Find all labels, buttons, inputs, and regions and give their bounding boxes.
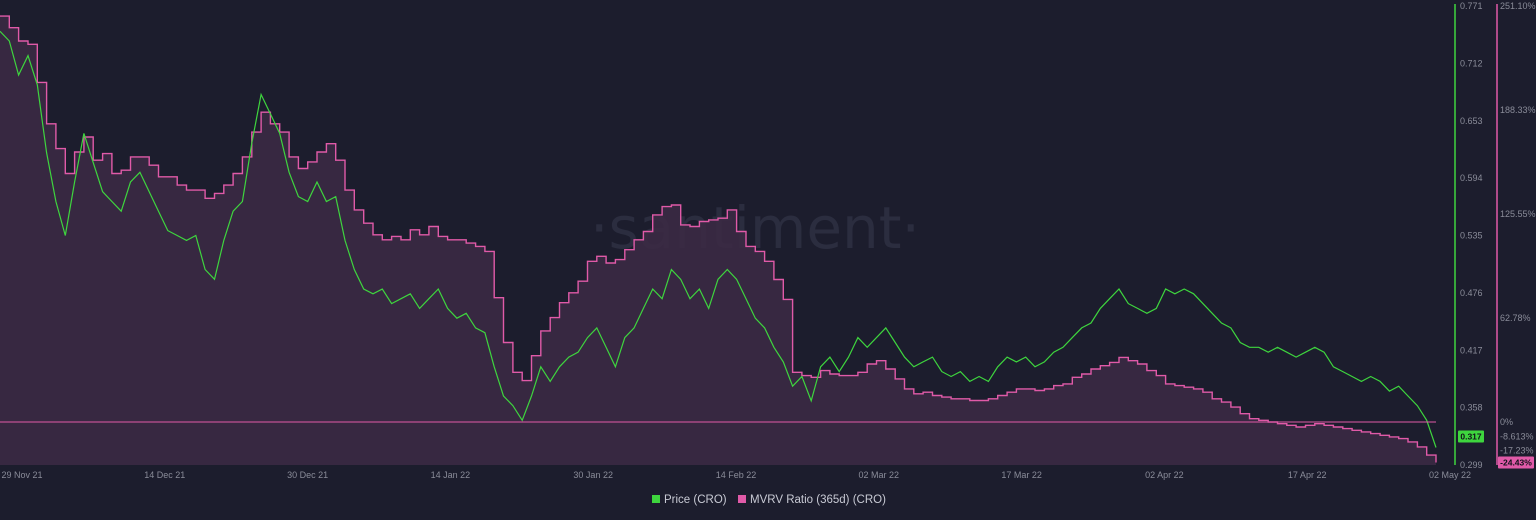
x-tick-label: 02 May 22 <box>1429 470 1471 480</box>
mvrv-tick-label: -17.23% <box>1500 446 1534 456</box>
legend-mvrv-label: MVRV Ratio (365d) (CRO) <box>750 494 886 506</box>
price-current-badge: 0.317 <box>1458 430 1484 443</box>
price-tick-label: 0.594 <box>1460 173 1483 183</box>
price-tick-label: 0.653 <box>1460 116 1483 126</box>
x-tick-label: 02 Mar 22 <box>859 470 900 480</box>
mvrv-tick-label: 251.10% <box>1500 1 1536 11</box>
legend-price-label: Price (CRO) <box>664 494 727 506</box>
price-tick-label: 0.299 <box>1460 460 1483 470</box>
mvrv-badge-value: -24.43% <box>1500 457 1532 467</box>
legend-price-swatch <box>652 495 660 503</box>
x-tick-label: 02 Apr 22 <box>1145 470 1184 480</box>
price-tick-label: 0.358 <box>1460 403 1483 413</box>
x-tick-label: 17 Apr 22 <box>1288 470 1327 480</box>
mvrv-area <box>0 16 1436 465</box>
mvrv-tick-label: 188.33% <box>1500 105 1536 115</box>
price-tick-label: 0.535 <box>1460 231 1483 241</box>
chart: ·santiment· 0.7710.7120.6530.5940.5350.4… <box>0 1 1536 506</box>
price-badge-value: 0.317 <box>1460 431 1482 441</box>
price-tick-label: 0.476 <box>1460 288 1483 298</box>
x-tick-label: 14 Dec 21 <box>144 470 185 480</box>
legend: Price (CRO) MVRV Ratio (365d) (CRO) <box>652 494 886 506</box>
mvrv-axis: 251.10% 188.33% 125.55% 62.78% 0% -8.613% -17.… <box>1500 1 1536 456</box>
price-tick-label: 0.417 <box>1460 345 1483 355</box>
price-axis: 0.771 0.712 0.653 0.594 0.535 0.476 0.417 0.358… <box>1460 1 1483 470</box>
mvrv-tick-label: 62.78% <box>1500 313 1531 323</box>
x-tick-label: 14 Feb 22 <box>716 470 757 480</box>
x-tick-label: 17 Mar 22 <box>1001 470 1042 480</box>
mvrv-tick-label: -8.613% <box>1500 431 1534 441</box>
x-tick-label: 30 Jan 22 <box>573 470 613 480</box>
x-tick-label: 14 Jan 22 <box>431 470 471 480</box>
mvrv-tick-label: 125.55% <box>1500 209 1536 219</box>
mvrv-tick-label: 0% <box>1500 417 1513 427</box>
x-tick-label: 30 Dec 21 <box>287 470 328 480</box>
legend-item-price[interactable]: Price (CRO) <box>652 494 727 506</box>
plot-area <box>0 15 1437 465</box>
x-tick-label: 29 Nov 21 <box>1 470 42 480</box>
price-tick-label: 0.771 <box>1460 1 1483 11</box>
legend-mvrv-swatch <box>738 495 746 503</box>
price-tick-label: 0.712 <box>1460 58 1483 68</box>
x-axis: 29 Nov 21 14 Dec 21 30 Dec 21 14 Jan 22 30 J… <box>1 470 1471 480</box>
legend-item-mvrv[interactable]: MVRV Ratio (365d) (CRO) <box>738 494 886 506</box>
mvrv-current-badge: -24.43% <box>1498 456 1534 469</box>
